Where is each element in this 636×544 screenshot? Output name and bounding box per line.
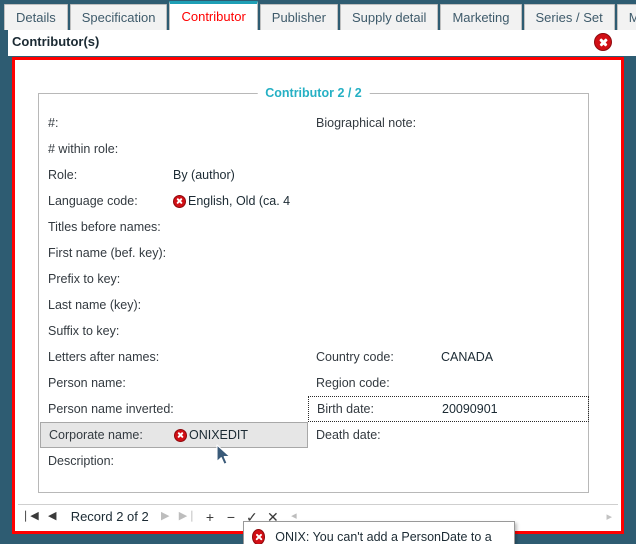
page-title: Contributor(s): [12, 34, 100, 49]
field-row-description[interactable]: Description:: [40, 448, 308, 474]
field-value: English, Old (ca. 4: [188, 194, 291, 208]
contributor-fieldset: Contributor 2 / 2 #: # within role: Role…: [38, 86, 589, 493]
field-row-spacer: [308, 266, 589, 292]
field-row-region-code[interactable]: Region code:: [308, 370, 589, 396]
tab-marketing[interactable]: Marketing: [440, 4, 522, 30]
form-left-column: #: # within role: Role: By (author) Lang…: [40, 110, 308, 474]
nav-first-record-button[interactable]: ❘◀: [18, 507, 42, 527]
error-tooltip: ONIX: You can't add a PersonDate to a co…: [243, 521, 515, 544]
field-label: Last name (key):: [48, 298, 142, 312]
form-right-column: Biographical note: Country code: CANADA …: [308, 110, 589, 448]
nav-add-record-button[interactable]: +: [199, 507, 220, 527]
error-circle-x-icon[interactable]: [594, 33, 612, 51]
field-row-spacer: [308, 162, 589, 188]
field-label: Role:: [48, 168, 78, 182]
field-row-spacer: [308, 240, 589, 266]
field-row-last-name[interactable]: Last name (key):: [40, 292, 308, 318]
tab-specification[interactable]: Specification: [69, 4, 168, 30]
field-row-country-code[interactable]: Country code: CANADA: [308, 344, 589, 370]
field-value: CANADA: [441, 350, 494, 364]
field-label: Prefix to key:: [48, 272, 121, 286]
field-row-spacer: [308, 214, 589, 240]
field-row-suffix-to-key[interactable]: Suffix to key:: [40, 318, 308, 344]
tab-contributor[interactable]: Contributor: [169, 1, 258, 30]
field-row-spacer: [308, 318, 589, 344]
field-label: Biographical note:: [316, 116, 417, 130]
field-label: Region code:: [316, 376, 390, 390]
field-label: #:: [48, 116, 59, 130]
field-value-wrap: ONIXEDIT: [174, 428, 248, 442]
tab-bar: Details Specification Contributor Publis…: [0, 0, 636, 30]
field-value-wrap: English, Old (ca. 4: [173, 194, 290, 208]
field-row-corporate-name[interactable]: Corporate name: ONIXEDIT: [40, 422, 308, 448]
contributor-form-region: Contributor 2 / 2 #: # within role: Role…: [12, 57, 624, 544]
nav-delete-record-button[interactable]: −: [220, 507, 241, 527]
error-circle-x-icon: [174, 428, 187, 442]
record-counter-label: Record 2 of 2: [70, 509, 149, 524]
tab-series-set[interactable]: Series / Set: [523, 4, 615, 30]
tab-details[interactable]: Details: [4, 4, 68, 30]
field-label: # within role:: [48, 142, 119, 156]
tab-publisher[interactable]: Publisher: [259, 4, 338, 30]
field-row-birth-date[interactable]: Birth date: 20090901: [308, 396, 589, 422]
field-row-death-date[interactable]: Death date:: [308, 422, 589, 448]
field-row-spacer: [308, 136, 589, 162]
panel-header: Contributor(s): [8, 30, 636, 56]
tooltip-message: ONIX: You can't add a PersonDate to a co…: [275, 530, 492, 544]
field-label: Birth date:: [317, 402, 374, 416]
field-label: Person name inverted:: [48, 402, 174, 416]
field-label: Death date:: [316, 428, 381, 442]
horizontal-scroll-right-icon[interactable]: ▸: [606, 510, 618, 523]
field-value: 20090901: [442, 402, 498, 416]
field-row-spacer: [308, 188, 589, 214]
field-label: Corporate name:: [49, 428, 143, 442]
field-label: Language code:: [48, 194, 138, 208]
application-window: Details Specification Contributor Publis…: [0, 0, 636, 544]
field-label: Suffix to key:: [48, 324, 120, 338]
field-row-letters-after-names[interactable]: Letters after names:: [40, 344, 308, 370]
field-row-person-name[interactable]: Person name:: [40, 370, 308, 396]
error-circle-x-icon: [173, 194, 186, 208]
field-row-language-code[interactable]: Language code: English, Old (ca. 4: [40, 188, 308, 214]
nav-next-record-button[interactable]: ▶: [155, 507, 176, 527]
tab-media[interactable]: Media: [616, 4, 636, 30]
field-row-titles-before-names[interactable]: Titles before names:: [40, 214, 308, 240]
field-label: Letters after names:: [48, 350, 160, 364]
field-row-spacer: [308, 292, 589, 318]
nav-last-record-button[interactable]: ▶❘: [176, 507, 200, 527]
field-row-first-name[interactable]: First name (bef. key):: [40, 240, 308, 266]
nav-previous-record-button[interactable]: ◀: [42, 507, 63, 527]
field-value: ONIXEDIT: [189, 428, 249, 442]
field-row-number[interactable]: #:: [40, 110, 308, 136]
error-circle-x-icon: [252, 529, 266, 544]
field-label: Titles before names:: [48, 220, 161, 234]
tab-supply-detail[interactable]: Supply detail: [339, 4, 439, 30]
field-row-number-within-role[interactable]: # within role:: [40, 136, 308, 162]
field-label: Person name:: [48, 376, 126, 390]
field-row-role[interactable]: Role: By (author): [40, 162, 308, 188]
field-row-prefix-to-key[interactable]: Prefix to key:: [40, 266, 308, 292]
field-label: Country code:: [316, 350, 394, 364]
fieldset-legend: Contributor 2 / 2: [257, 86, 370, 100]
field-value: By (author): [173, 168, 235, 182]
field-label: Description:: [48, 454, 114, 468]
field-label: First name (bef. key):: [48, 246, 167, 260]
field-row-biographical-note[interactable]: Biographical note:: [308, 110, 589, 136]
field-row-person-name-inverted[interactable]: Person name inverted:: [40, 396, 308, 422]
